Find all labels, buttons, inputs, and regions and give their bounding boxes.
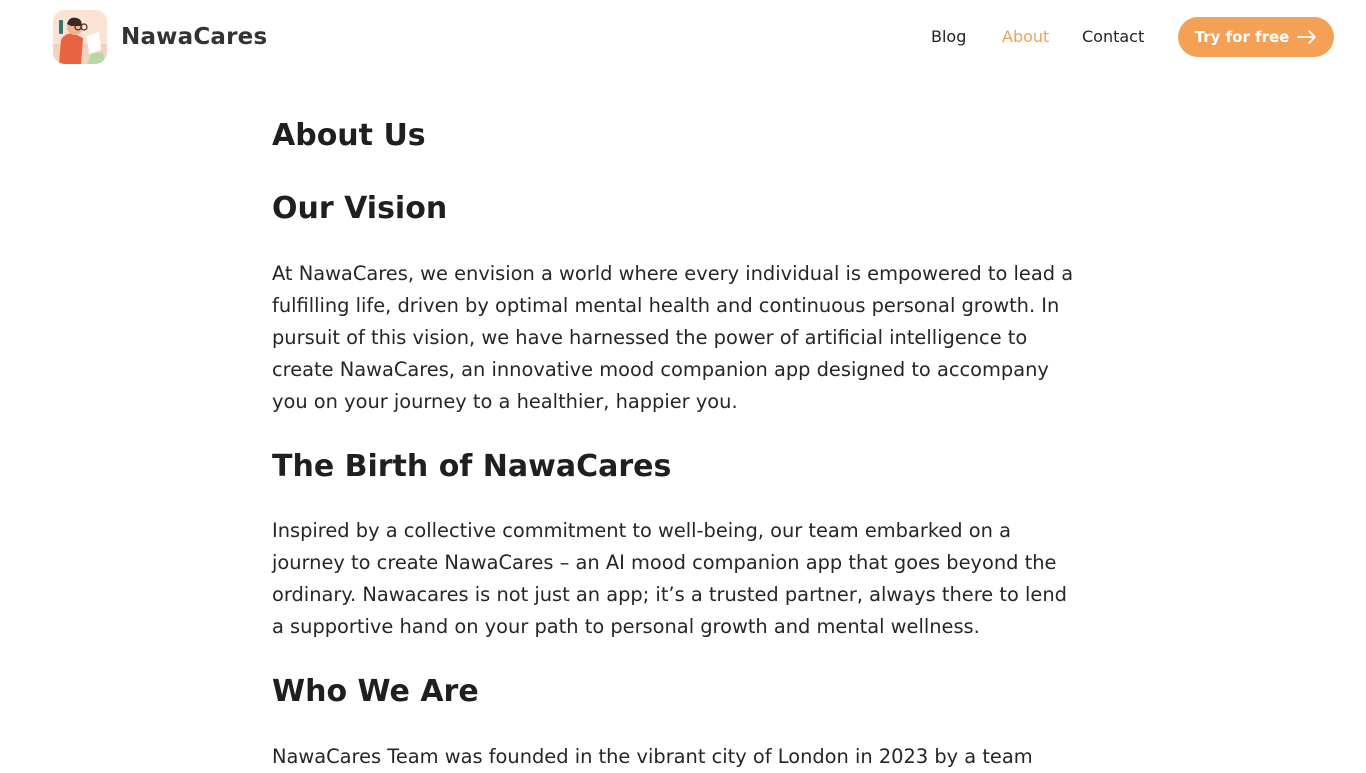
arrow-right-icon [1297,30,1317,44]
site-header: NawaCares Blog About Contact Try for fre… [0,0,1366,75]
page-title: About Us [272,118,426,153]
section-body-birth: Inspired by a collective commitment to w… [272,519,1067,638]
section-heading-our-vision: Our Vision [272,191,448,226]
brand-home-link[interactable]: NawaCares [53,10,267,64]
brand-name: NawaCares [121,24,268,50]
nav-link-about[interactable]: About [1002,27,1049,46]
try-for-free-button[interactable]: Try for free [1178,17,1334,57]
try-for-free-label: Try for free [1194,28,1290,46]
section-heading-who-we-are: Who We Are [272,674,479,709]
section-heading-birth: The Birth of NawaCares [272,449,672,484]
logo-icon [53,10,107,64]
section-body-our-vision: At NawaCares, we envision a world where … [272,262,1074,413]
nav-link-contact[interactable]: Contact [1082,27,1144,46]
section-body-who-we-are: NawaCares Team was founded in the vibran… [272,745,1033,768]
nav-link-blog[interactable]: Blog [931,27,966,46]
